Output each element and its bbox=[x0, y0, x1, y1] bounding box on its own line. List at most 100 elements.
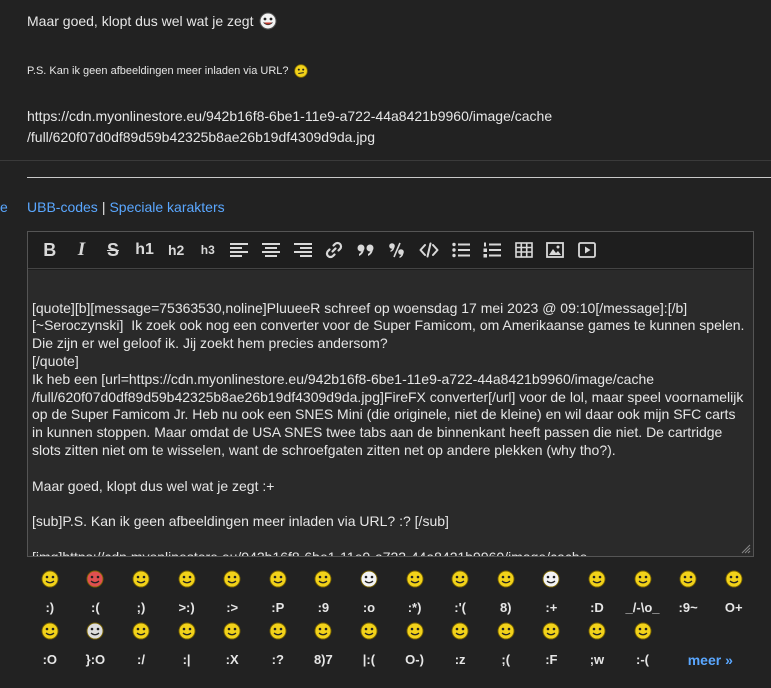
link-icon bbox=[326, 241, 343, 259]
post-line-2-text: P.S. Kan ik geen afbeeldingen meer inlad… bbox=[27, 65, 289, 77]
smiley-confused[interactable]: :? bbox=[255, 622, 301, 668]
smiley-spin[interactable]: :F bbox=[529, 622, 575, 668]
confused-smiley-icon bbox=[269, 622, 287, 640]
more-smileys-link[interactable]: meer » bbox=[688, 652, 733, 668]
cool-smiley-icon bbox=[497, 570, 515, 588]
smiley-code: :9~ bbox=[678, 600, 698, 615]
spoiler-quote-icon bbox=[389, 242, 405, 258]
table-button[interactable] bbox=[508, 235, 540, 265]
smiley-shocked[interactable]: :O bbox=[27, 622, 73, 668]
resize-handle-icon[interactable] bbox=[739, 542, 751, 554]
special-characters-link[interactable]: Speciale karakters bbox=[109, 199, 224, 215]
cropped-link-fragment[interactable]: e bbox=[0, 199, 8, 215]
spoiler-button[interactable] bbox=[382, 235, 414, 265]
smiley-code: 8) bbox=[499, 600, 512, 615]
image-icon bbox=[546, 242, 565, 258]
smiley-unsure[interactable]: :/ bbox=[118, 622, 164, 668]
strikethrough-icon: S bbox=[106, 239, 119, 260]
divider bbox=[27, 177, 771, 178]
love-smiley-icon bbox=[725, 570, 743, 588]
bullet-list-icon bbox=[451, 242, 470, 258]
smiley-sad[interactable]: :( bbox=[73, 570, 119, 615]
video-icon bbox=[577, 242, 596, 258]
ubb-codes-link[interactable]: UBB-codes bbox=[27, 199, 98, 215]
smiley-code: :? bbox=[271, 652, 284, 667]
align-right-button[interactable] bbox=[287, 235, 319, 265]
smiley-love[interactable]: O+ bbox=[711, 570, 757, 615]
smiley-big-grin[interactable]: :D bbox=[574, 570, 620, 615]
smiley-sulk[interactable]: :-( bbox=[620, 622, 666, 668]
align-left-button[interactable] bbox=[224, 235, 256, 265]
smiley-code: _/-\o_ bbox=[625, 600, 660, 615]
smiley-cool[interactable]: 8) bbox=[483, 570, 529, 615]
heading-1-icon: h1 bbox=[135, 241, 154, 258]
numbered-list-button[interactable] bbox=[476, 235, 508, 265]
smiley-drool[interactable]: :9~ bbox=[665, 570, 711, 615]
image-button[interactable] bbox=[540, 235, 572, 265]
smiley-kiss[interactable]: :*) bbox=[392, 570, 438, 615]
sleepy-smiley-icon bbox=[451, 622, 469, 640]
smiley-code: :X bbox=[225, 652, 239, 667]
sad-smiley-icon bbox=[86, 570, 104, 588]
smiley-evil[interactable]: >:) bbox=[164, 570, 210, 615]
strikethrough-button[interactable]: S bbox=[97, 235, 129, 265]
numbered-list-icon bbox=[483, 242, 502, 258]
smiley-surprised-clown[interactable]: :o bbox=[346, 570, 392, 615]
smiley-wave[interactable]: ;w bbox=[574, 622, 620, 668]
heading-1-button[interactable]: h1 bbox=[129, 235, 161, 265]
post-image-url[interactable]: https://cdn.myonlinestore.eu/942b16f8-6b… bbox=[27, 106, 627, 148]
quote-button[interactable] bbox=[350, 235, 382, 265]
smiley-angry-face[interactable]: |:( bbox=[346, 622, 392, 668]
smiley-wink[interactable]: ;) bbox=[118, 570, 164, 615]
smiley-shush[interactable]: :X bbox=[209, 622, 255, 668]
message-text: [quote][b][message=75363530,noline]Pluue… bbox=[32, 299, 745, 556]
align-right-icon bbox=[293, 243, 312, 257]
smiley-pout[interactable]: ;( bbox=[483, 622, 529, 668]
smiley-grin-shy[interactable]: :> bbox=[209, 570, 255, 615]
smiley-smile[interactable]: :) bbox=[27, 570, 73, 615]
smiley-code: :o bbox=[362, 600, 376, 615]
heading-2-icon: h2 bbox=[168, 242, 185, 258]
post-line-1: Maar goed, klopt dus wel wat je zegt bbox=[27, 12, 277, 30]
code-button[interactable] bbox=[413, 235, 445, 265]
smiley-worship[interactable]: _/-\o_ bbox=[620, 570, 666, 615]
wave-smiley-icon bbox=[588, 622, 606, 640]
angel-smiley-icon bbox=[406, 622, 423, 640]
kiss-smiley-icon bbox=[406, 570, 423, 588]
insert-link-button[interactable] bbox=[318, 235, 350, 265]
pout-smiley-icon bbox=[497, 622, 515, 640]
smiley-cry[interactable]: :'( bbox=[437, 570, 483, 615]
smiley-devil[interactable]: }:O bbox=[73, 622, 119, 668]
bullet-list-button[interactable] bbox=[445, 235, 477, 265]
smiley-yummy[interactable]: :9 bbox=[301, 570, 347, 615]
post-line-2: P.S. Kan ik geen afbeeldingen meer inlad… bbox=[27, 64, 308, 78]
quote-icon bbox=[357, 244, 374, 256]
smile-smiley-icon bbox=[41, 570, 59, 588]
smiley-angel[interactable]: O-) bbox=[392, 622, 438, 668]
italic-button[interactable]: I bbox=[66, 235, 98, 265]
angry-face-smiley-icon bbox=[360, 622, 378, 640]
heading-3-button[interactable]: h3 bbox=[192, 235, 224, 265]
smiley-sleepy[interactable]: :z bbox=[437, 622, 483, 668]
smiley-dizzy[interactable]: 8)7 bbox=[301, 622, 347, 668]
message-textarea[interactable]: [quote][b][message=75363530,noline]Pluue… bbox=[28, 270, 753, 556]
bold-icon: B bbox=[43, 239, 57, 260]
smiley-neutral[interactable]: :| bbox=[164, 622, 210, 668]
smiley-code: O-) bbox=[405, 652, 424, 667]
more-smileys-cell: meer » bbox=[665, 622, 755, 668]
table-icon bbox=[514, 242, 533, 258]
shocked-smiley-icon bbox=[41, 622, 59, 640]
big-grin-smiley-icon bbox=[588, 570, 606, 588]
smiley-code: :+ bbox=[545, 600, 558, 615]
unsure-smiley-icon bbox=[132, 622, 150, 640]
smiley-clown[interactable]: :+ bbox=[529, 570, 575, 615]
spin-smiley-icon bbox=[542, 622, 560, 640]
video-button[interactable] bbox=[571, 235, 603, 265]
smiley-code: ;( bbox=[501, 652, 511, 667]
heading-2-button[interactable]: h2 bbox=[160, 235, 192, 265]
smiley-row-2: :O}:O:/:| :X:? 8)7 |:( O-) :z ;( :F ;w:-( meer » bbox=[27, 622, 755, 668]
smiley-code: :D bbox=[590, 600, 604, 615]
smiley-tongue[interactable]: :P bbox=[255, 570, 301, 615]
bold-button[interactable]: B bbox=[34, 235, 66, 265]
align-center-button[interactable] bbox=[255, 235, 287, 265]
